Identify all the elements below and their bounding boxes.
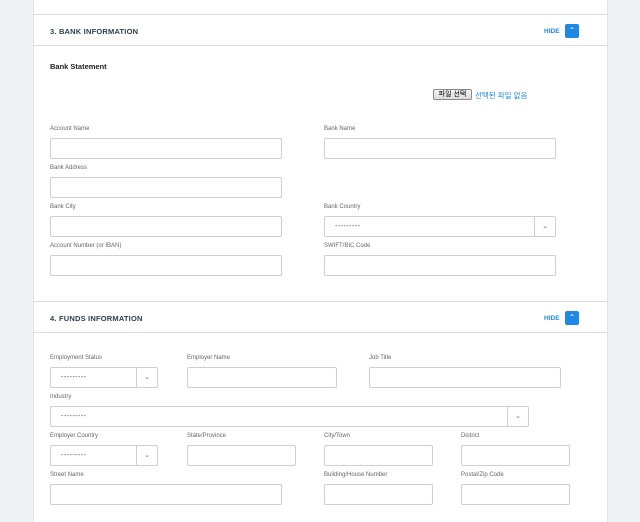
district-input[interactable] [461, 445, 570, 466]
swift-input[interactable] [324, 255, 556, 276]
file-select-button[interactable]: 파일 선택 [433, 89, 472, 100]
bank-country-value: --------- [335, 223, 361, 230]
bank-collapse-button[interactable]: ⌃ [565, 24, 579, 38]
account-number-label: Account Number (or IBAN) [50, 243, 122, 249]
street-input[interactable] [50, 484, 282, 505]
job-title-input[interactable] [369, 367, 561, 388]
divider [33, 45, 607, 46]
employer-country-select[interactable]: --------- ⌄ [50, 445, 158, 466]
file-status-text: 선택된 파일 없음 [475, 91, 528, 100]
bank-hide-link[interactable]: HIDE [544, 28, 560, 35]
divider [33, 301, 607, 302]
street-label: Street Name [50, 472, 84, 478]
building-input[interactable] [324, 484, 433, 505]
bank-section-title: 3. BANK INFORMATION [50, 27, 139, 36]
employment-status-value: --------- [61, 374, 87, 381]
building-label: Building/House Number [324, 472, 388, 478]
account-name-label: Account Name [50, 126, 90, 132]
postal-input[interactable] [461, 484, 570, 505]
funds-hide-link[interactable]: HIDE [544, 315, 560, 322]
bank-country-label: Bank Country [324, 204, 361, 210]
industry-value: --------- [61, 413, 87, 420]
industry-select[interactable]: --------- ⌄ [50, 406, 529, 427]
bank-name-input[interactable] [324, 138, 556, 159]
city-input[interactable] [324, 445, 433, 466]
job-title-label: Job Title [369, 355, 392, 361]
bank-address-label: Bank Address [50, 165, 88, 171]
chevron-up-icon: ⌃ [568, 313, 576, 322]
chevron-down-icon[interactable]: ⌄ [534, 217, 555, 236]
industry-label: Industry [50, 394, 72, 400]
chevron-down-icon[interactable]: ⌄ [507, 407, 528, 426]
employer-name-input[interactable] [187, 367, 337, 388]
chevron-up-icon: ⌃ [568, 26, 576, 35]
state-input[interactable] [187, 445, 296, 466]
divider [33, 332, 607, 333]
funds-collapse-button[interactable]: ⌃ [565, 311, 579, 325]
chevron-down-icon[interactable]: ⌄ [136, 446, 157, 465]
bank-address-input[interactable] [50, 177, 282, 198]
postal-label: Postal/Zip Code [461, 472, 504, 478]
account-number-input[interactable] [50, 255, 282, 276]
bank-city-label: Bank City [50, 204, 76, 210]
bank-city-input[interactable] [50, 216, 282, 237]
bank-name-label: Bank Name [324, 126, 356, 132]
district-label: District [461, 433, 480, 439]
employer-country-value: --------- [61, 452, 87, 459]
employer-name-label: Employer Name [187, 355, 231, 361]
funds-section-title: 4. FUNDS INFORMATION [50, 314, 143, 323]
account-name-input[interactable] [50, 138, 282, 159]
bank-country-select[interactable]: --------- ⌄ [324, 216, 556, 237]
state-label: State/Province [187, 433, 227, 439]
employer-country-label: Employer Country [50, 433, 99, 439]
chevron-down-icon[interactable]: ⌄ [136, 368, 157, 387]
city-label: City/Town [324, 433, 351, 439]
employment-status-select[interactable]: --------- ⌄ [50, 367, 158, 388]
divider [33, 14, 607, 15]
employment-status-label: Employment Status [50, 355, 103, 361]
bank-statement-label: Bank Statement [50, 62, 107, 71]
swift-label: SWIFT/BIC Code [324, 243, 371, 249]
